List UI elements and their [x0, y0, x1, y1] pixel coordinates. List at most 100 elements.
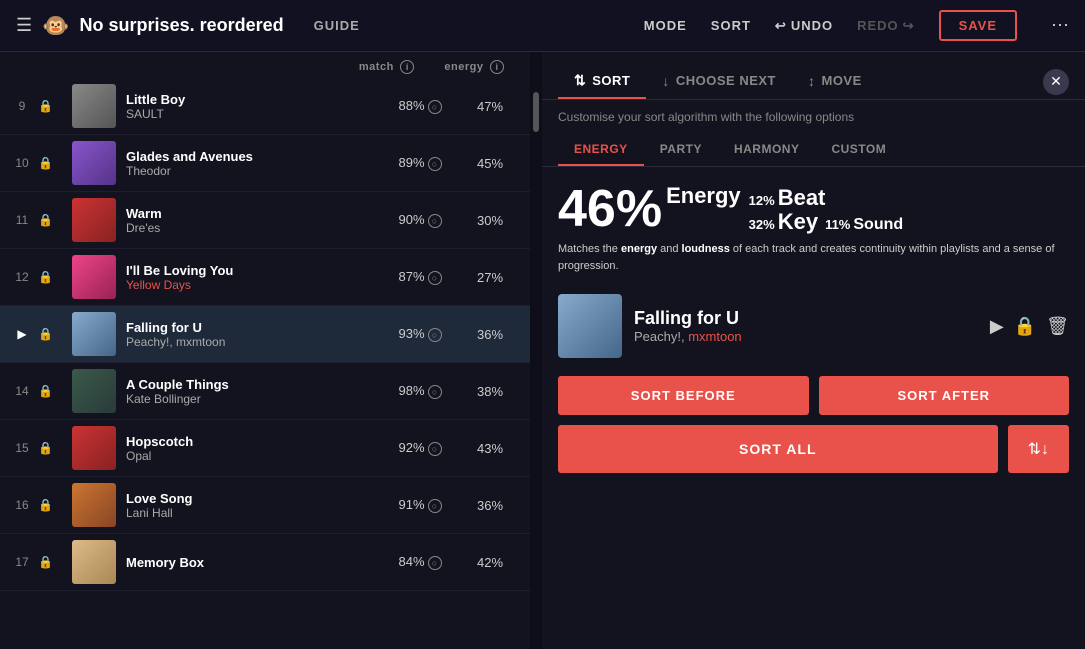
- scroll-thumb: [533, 92, 539, 132]
- track-row[interactable]: ▶🔒Falling for UPeachy!, mxmtoon93%○36%: [0, 306, 530, 363]
- key-label: Key: [778, 211, 818, 233]
- track-number: ▶: [10, 327, 34, 341]
- track-row[interactable]: 16🔒Love SongLani Hall91%○36%: [0, 477, 530, 534]
- sort-tabs: ⇅ SORT ↓ CHOOSE NEXT ↕ MOVE ✕: [542, 52, 1085, 100]
- energy-description: Matches the energy and loudness of each …: [558, 241, 1069, 274]
- lock-icon[interactable]: 🔒: [38, 99, 58, 113]
- algo-tab-custom[interactable]: CUSTOM: [815, 134, 902, 166]
- selected-track: Falling for U Peachy!, mxmtoon ▶ 🔒 🗑: [542, 284, 1085, 368]
- redo-icon: ↪: [903, 18, 915, 34]
- energy-percentages: 46% Energy 12% Beat 32% Key 11% Sound: [558, 183, 1069, 235]
- guide-button[interactable]: GUIDE: [314, 18, 360, 33]
- sort-panel: ⇅ SORT ↓ CHOOSE NEXT ↕ MOVE ✕ Customise …: [542, 52, 1085, 649]
- track-match: 90%○: [380, 212, 460, 228]
- match-info-icon[interactable]: ○: [428, 100, 442, 114]
- hamburger-icon[interactable]: ☰: [16, 15, 32, 36]
- match-info-icon[interactable]: ○: [428, 499, 442, 513]
- match-info-icon[interactable]: ○: [428, 442, 442, 456]
- match-info-icon[interactable]: ○: [428, 271, 442, 285]
- track-number: 9: [10, 99, 34, 113]
- lock-icon[interactable]: 🔒: [38, 384, 58, 398]
- lock-button[interactable]: 🔒: [1014, 316, 1036, 337]
- track-energy: 47%: [460, 99, 520, 114]
- track-artist: Yellow Days: [126, 278, 380, 292]
- track-match: 98%○: [380, 383, 460, 399]
- track-thumbnail: [72, 141, 116, 185]
- track-match: 91%○: [380, 497, 460, 513]
- algo-tab-party[interactable]: PARTY: [644, 134, 718, 166]
- lock-icon[interactable]: 🔒: [38, 555, 58, 569]
- sort-options-icon: ⇅: [1028, 441, 1041, 458]
- match-info-icon[interactable]: ○: [428, 556, 442, 570]
- track-name: A Couple Things: [126, 377, 380, 392]
- sort-button[interactable]: SORT: [711, 18, 751, 33]
- sort-after-button[interactable]: SORT AFTER: [819, 376, 1070, 415]
- track-info: HopscotchOpal: [126, 434, 380, 463]
- tab-choose-next[interactable]: ↓ CHOOSE NEXT: [646, 65, 792, 99]
- match-info-icon[interactable]: ○: [428, 385, 442, 399]
- track-number: 11: [10, 213, 34, 227]
- algo-tab-energy[interactable]: ENERGY: [558, 134, 644, 166]
- track-row[interactable]: 10🔒Glades and AvenuesTheodor89%○45%: [0, 135, 530, 192]
- track-number: 12: [10, 270, 34, 284]
- choose-next-tab-icon: ↓: [662, 73, 670, 89]
- delete-button[interactable]: 🗑: [1046, 316, 1069, 337]
- match-info-icon[interactable]: i: [400, 60, 414, 74]
- track-name: Love Song: [126, 491, 380, 506]
- playlist-scroll[interactable]: 9🔒Little BoySAULT88%○47%10🔒Glades and Av…: [0, 78, 530, 649]
- lock-icon[interactable]: 🔒: [38, 213, 58, 227]
- track-energy: 45%: [460, 156, 520, 171]
- sort-before-button[interactable]: SORT BEFORE: [558, 376, 809, 415]
- track-match: 88%○: [380, 98, 460, 114]
- main-content: match i energy i 9 🔒 Little BoySAULT88%○47…: [0, 52, 1085, 649]
- track-artist: Lani Hall: [126, 506, 380, 520]
- undo-button[interactable]: ↩ UNDO: [775, 18, 833, 34]
- scrollbar[interactable]: [530, 52, 542, 649]
- track-match: 93%○: [380, 326, 460, 342]
- lock-icon[interactable]: 🔒: [38, 498, 58, 512]
- playlist-header: match i energy i: [0, 52, 530, 78]
- track-row[interactable]: 12🔒I'll Be Loving YouYellow Days87%○27%: [0, 249, 530, 306]
- track-energy: 27%: [460, 270, 520, 285]
- sort-all-button[interactable]: SORT ALL: [558, 425, 998, 473]
- track-match: 89%○: [380, 155, 460, 171]
- track-thumbnail: [72, 312, 116, 356]
- app-title: No surprises. reordered: [80, 15, 284, 36]
- track-row[interactable]: 11🔒WarmDre'es90%○30%: [0, 192, 530, 249]
- track-row[interactable]: 9 🔒 Little BoySAULT88%○47%: [0, 78, 530, 135]
- match-info-icon[interactable]: ○: [428, 328, 442, 342]
- track-artist: Dre'es: [126, 221, 380, 235]
- lock-icon[interactable]: 🔒: [38, 441, 58, 455]
- save-button[interactable]: SAVE: [939, 10, 1017, 41]
- track-info: Love SongLani Hall: [126, 491, 380, 520]
- lock-icon[interactable]: 🔒: [38, 270, 58, 284]
- selected-track-artist: Peachy!, mxmtoon: [634, 329, 978, 344]
- redo-button[interactable]: REDO ↪: [857, 18, 914, 34]
- lock-icon[interactable]: 🔒: [38, 327, 58, 341]
- match-info-icon[interactable]: ○: [428, 214, 442, 228]
- lock-icon[interactable]: 🔒: [38, 156, 58, 170]
- track-row[interactable]: 17🔒Memory Box84%○42%: [0, 534, 530, 591]
- tab-move[interactable]: ↕ MOVE: [792, 65, 878, 99]
- tab-sort[interactable]: ⇅ SORT: [558, 64, 646, 99]
- track-row[interactable]: 14🔒A Couple ThingsKate Bollinger98%○38%: [0, 363, 530, 420]
- mode-button[interactable]: MODE: [644, 18, 687, 33]
- track-artist: Theodor: [126, 164, 380, 178]
- sort-options-button[interactable]: ⇅↓: [1008, 425, 1069, 473]
- track-row[interactable]: 15🔒HopscotchOpal92%○43%: [0, 420, 530, 477]
- track-info: Little BoySAULT: [126, 92, 380, 121]
- track-match: 92%○: [380, 440, 460, 456]
- algo-tab-harmony[interactable]: HARMONY: [718, 134, 816, 166]
- selected-track-info: Falling for U Peachy!, mxmtoon: [634, 308, 978, 344]
- top-nav: ☰ 🐵 No surprises. reordered GUIDE MODE S…: [0, 0, 1085, 52]
- track-thumbnail: [72, 426, 116, 470]
- selected-track-thumb: [558, 294, 622, 358]
- close-button[interactable]: ✕: [1043, 69, 1069, 95]
- energy-header: energy i: [444, 60, 504, 74]
- more-button[interactable]: ⋯: [1051, 15, 1069, 36]
- energy-info-icon[interactable]: i: [490, 60, 504, 74]
- play-button[interactable]: ▶: [990, 316, 1004, 337]
- track-energy: 38%: [460, 384, 520, 399]
- match-info-icon[interactable]: ○: [428, 157, 442, 171]
- track-thumbnail: [72, 483, 116, 527]
